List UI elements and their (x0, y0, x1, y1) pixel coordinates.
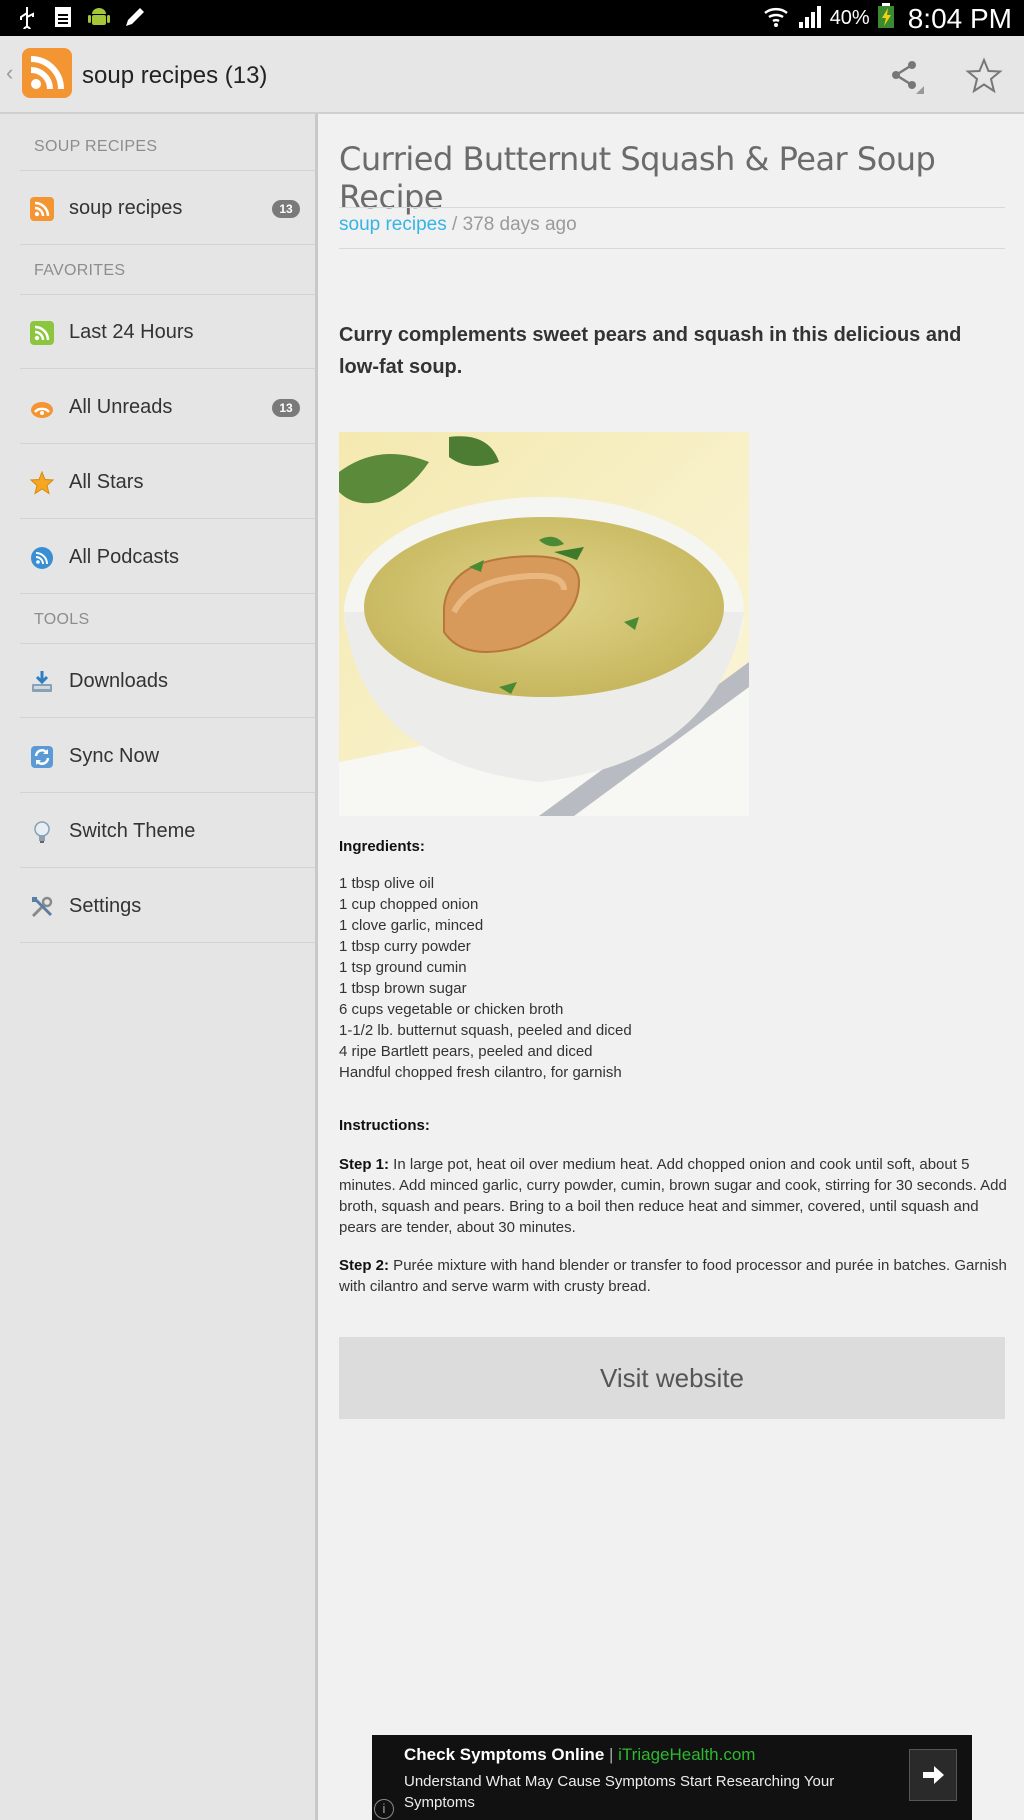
sidebar-item-label: Last 24 Hours (69, 321, 194, 343)
section-header-favorites: FAVORITES (34, 262, 126, 279)
feed-title: soup recipes (13) (82, 62, 268, 89)
lightbulb-icon (30, 820, 54, 844)
pencil-icon (122, 4, 148, 30)
sidebar-item-label: All Podcasts (69, 546, 180, 568)
ingredient-item: 4 ripe Bartlett pears, peeled and diced (339, 1043, 593, 1060)
sidebar-item-label: soup recipes (69, 197, 183, 219)
ingredient-item: 1 clove garlic, minced (339, 917, 484, 934)
ingredient-item: 1-1/2 lb. butternut squash, peeled and d… (339, 1022, 632, 1039)
article-age: / 378 days ago (446, 214, 577, 235)
action-bar: ‹ soup recipes (13) (0, 36, 1024, 114)
instructions-heading: Instructions: (339, 1117, 430, 1134)
section-header-tools: TOOLS (34, 611, 90, 628)
ingredient-item: 1 tbsp olive oil (339, 875, 435, 892)
star-outline-icon[interactable] (964, 56, 1004, 96)
ingredients-list: 1 tbsp olive oil 1 cup chopped onion 1 c… (339, 873, 1007, 1083)
navigation-drawer: SOUP RECIPES soup recipes 13 FAVORITES L… (0, 114, 318, 1820)
article-lead: Curry complements sweet pears and squash… (339, 324, 962, 378)
ad-url: iTriageHealth.com (618, 1745, 756, 1764)
arrow-right-icon[interactable] (909, 1749, 957, 1801)
signal-icon (796, 2, 824, 35)
section-header-soup-recipes: SOUP RECIPES (34, 138, 158, 155)
status-bar: 40% 8:04 PM (0, 0, 1024, 36)
clock: 8:04 PM (907, 2, 1012, 34)
sidebar-item-switch-theme[interactable]: Switch Theme (20, 794, 316, 868)
sidebar-item-label: Settings (69, 895, 142, 917)
rss-logo-icon[interactable] (22, 48, 72, 98)
ingredient-item: Handful chopped fresh cilantro, for garn… (339, 1064, 622, 1081)
sync-icon (30, 745, 54, 769)
sidebar-item-settings[interactable]: Settings (20, 869, 316, 943)
share-icon[interactable] (886, 56, 926, 96)
star-icon (29, 470, 55, 495)
divider (339, 207, 1005, 208)
sim-icon (50, 4, 76, 30)
sidebar-item-last-24-hours[interactable]: Last 24 Hours (20, 295, 316, 369)
unread-feed-icon (30, 396, 54, 420)
sidebar-item-label: Switch Theme (69, 820, 196, 842)
unread-count-badge: 13 (272, 200, 300, 218)
ad-banner[interactable]: Check Symptoms Online | iTriageHealth.co… (372, 1735, 972, 1820)
soup-photo (339, 432, 749, 816)
article-title: Curried Butternut Squash & Pear Soup Rec… (339, 140, 936, 216)
instruction-step-1: Step 1: In large pot, heat oil over medi… (339, 1156, 1007, 1236)
tools-icon (30, 895, 54, 919)
usb-icon (14, 4, 40, 30)
wifi-icon (762, 2, 790, 35)
sidebar-item-label: All Stars (69, 471, 144, 493)
rss-green-icon (30, 321, 54, 345)
ingredient-item: 1 cup chopped onion (339, 896, 479, 913)
download-icon (30, 670, 54, 694)
instruction-step-2: Step 2: Purée mixture with hand blender … (339, 1257, 1007, 1295)
back-chevron-icon[interactable]: ‹ (6, 60, 13, 86)
ingredients-heading: Ingredients: (339, 838, 425, 855)
sidebar-item-all-stars[interactable]: All Stars (20, 445, 316, 519)
sidebar-item-soup-recipes[interactable]: soup recipes 13 (20, 171, 316, 245)
ingredient-item: 1 tbsp brown sugar (339, 980, 467, 997)
battery-icon (876, 2, 896, 35)
article-source-link[interactable]: soup recipes (339, 214, 447, 235)
info-icon[interactable]: i (374, 1799, 394, 1819)
visit-website-button[interactable]: Visit website (339, 1337, 1005, 1419)
sidebar-item-label: Sync Now (69, 745, 160, 767)
divider (339, 248, 1005, 249)
sidebar-item-all-unreads[interactable]: All Unreads 13 (20, 370, 316, 444)
ingredient-item: 1 tsp ground cumin (339, 959, 467, 976)
podcast-icon (30, 546, 54, 570)
battery-percent: 40% (829, 7, 870, 29)
ad-body: Understand What May Cause Symptoms Start… (404, 1773, 835, 1811)
article-meta: soup recipes / 378 days ago (339, 214, 577, 236)
rss-icon (30, 197, 54, 221)
sidebar-item-all-podcasts[interactable]: All Podcasts (20, 520, 316, 594)
sidebar-item-label: All Unreads (69, 396, 173, 418)
article-pane: Curried Butternut Squash & Pear Soup Rec… (321, 114, 1024, 1820)
ingredient-item: 6 cups vegetable or chicken broth (339, 1001, 564, 1018)
sidebar-item-sync-now[interactable]: Sync Now (20, 719, 316, 793)
ingredient-item: 1 tbsp curry powder (339, 938, 471, 955)
ad-title: Check Symptoms Online | iTriageHealth.co… (404, 1745, 756, 1764)
status-icons-right: 40% 8:04 PM (762, 2, 1012, 35)
sidebar-item-label: Downloads (69, 670, 168, 692)
unread-count-badge: 13 (272, 399, 300, 417)
android-icon (86, 4, 112, 30)
sidebar-item-downloads[interactable]: Downloads (20, 644, 316, 718)
status-icons-left (14, 4, 148, 30)
